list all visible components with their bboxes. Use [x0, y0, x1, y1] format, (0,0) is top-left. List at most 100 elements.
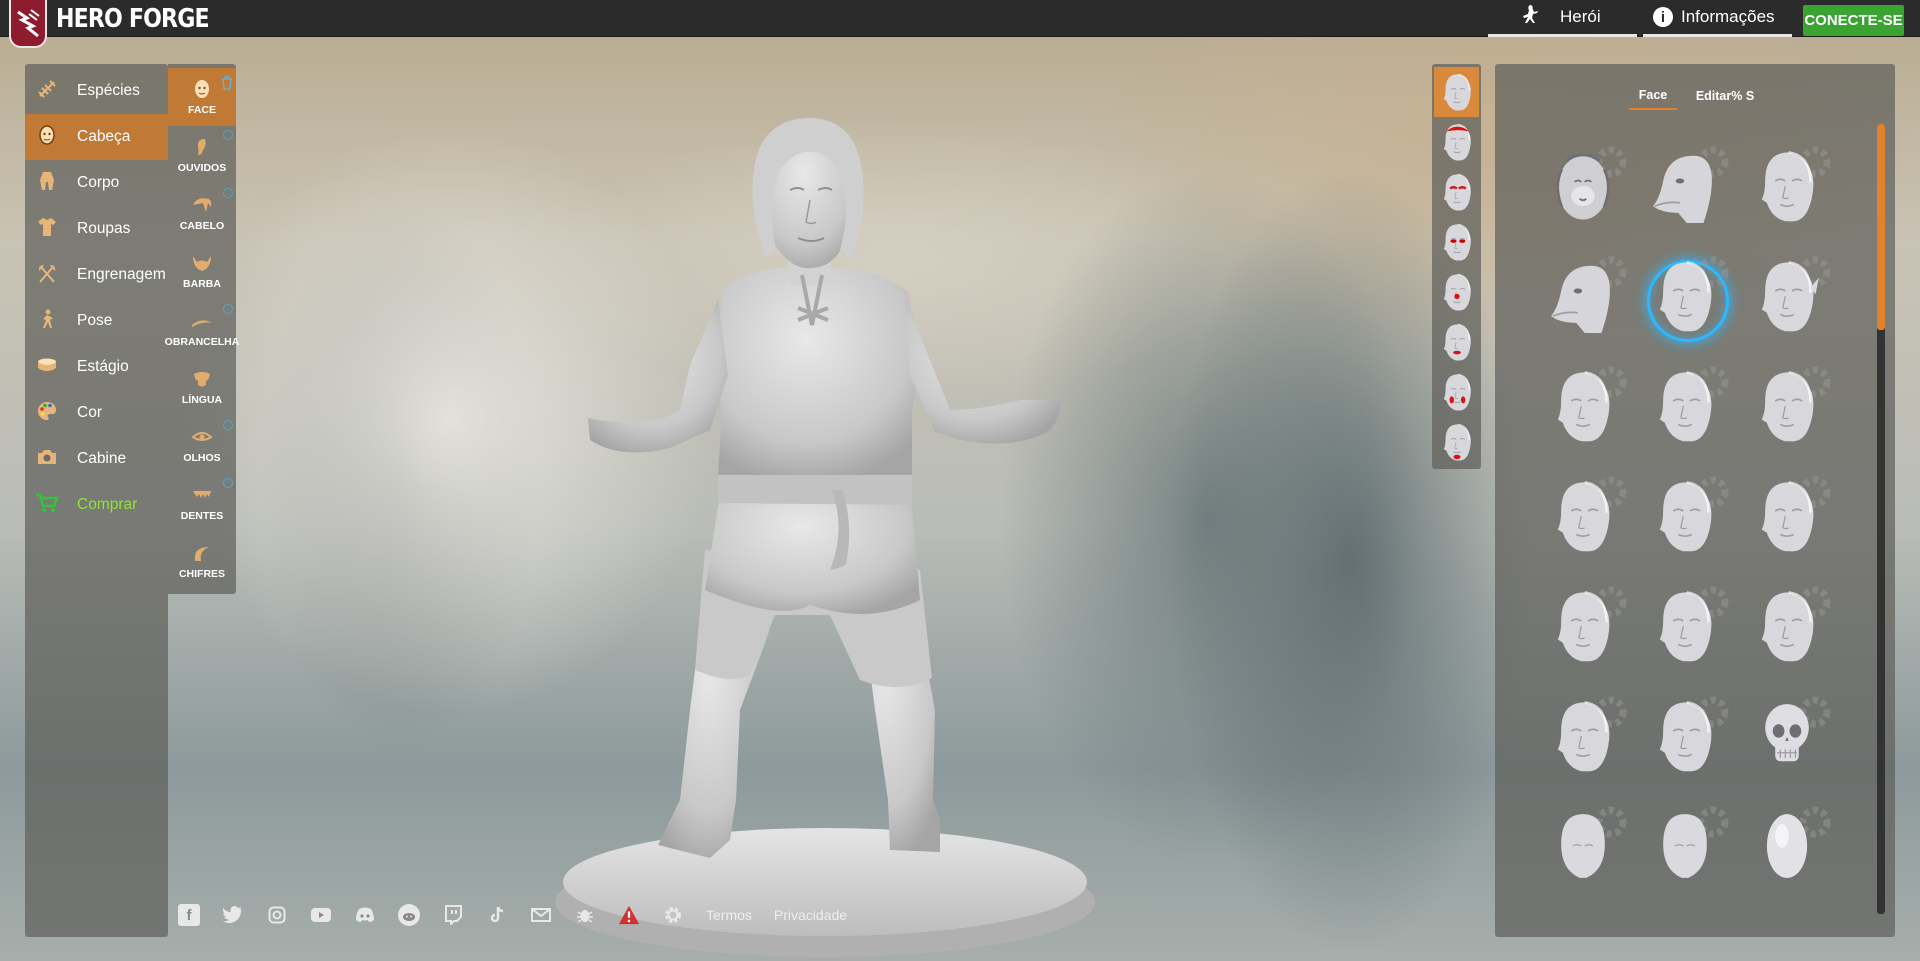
- face-option-lizard-head[interactable]: [1535, 248, 1631, 348]
- brand-logo-text[interactable]: HERO FORGE: [56, 4, 210, 34]
- base-icon: [33, 354, 61, 381]
- sub-eyes[interactable]: OLHOS: [168, 416, 236, 474]
- face-option-human-head[interactable]: [1637, 688, 1733, 788]
- face-icon: [193, 79, 211, 99]
- face-option-human-head[interactable]: [1535, 358, 1631, 458]
- axes-icon: [33, 262, 61, 289]
- category-label: Corpo: [77, 174, 120, 191]
- face-option-human-head[interactable]: [1637, 468, 1733, 568]
- tab-edit[interactable]: Editar% S: [1691, 82, 1759, 110]
- twitch-icon[interactable]: [442, 904, 464, 926]
- face-option-alien-head[interactable]: [1739, 138, 1835, 238]
- sub-tongue[interactable]: LÍNGUA: [168, 358, 236, 416]
- indicator-dot: [223, 188, 233, 198]
- brand-logo-icon[interactable]: [9, 0, 47, 48]
- cart-icon: [33, 492, 61, 519]
- category-photo-booth[interactable]: Cabine: [25, 436, 168, 482]
- sub-eyebrows[interactable]: OBRANCELHA: [165, 300, 239, 358]
- sub-face[interactable]: FACE: [168, 68, 236, 126]
- face-option-human-head[interactable]: [1535, 688, 1631, 788]
- preset-plain[interactable]: [1434, 67, 1479, 117]
- face-option-skull-head[interactable]: [1739, 688, 1835, 788]
- sub-horns[interactable]: CHIFRES: [168, 532, 236, 590]
- sub-label: LÍNGUA: [181, 393, 223, 406]
- face-option-lion-head[interactable]: [1535, 138, 1631, 238]
- face-option-human-head[interactable]: [1739, 358, 1835, 458]
- category-pose[interactable]: Pose: [25, 298, 168, 344]
- instagram-icon[interactable]: [266, 904, 288, 926]
- category-label: Espécies: [77, 82, 140, 99]
- facebook-icon[interactable]: f: [178, 904, 200, 926]
- preset-red-nose[interactable]: [1434, 267, 1479, 317]
- head-icon: [33, 124, 61, 151]
- category-color[interactable]: Cor: [25, 390, 168, 436]
- category-species[interactable]: Espécies: [25, 68, 168, 114]
- sub-teeth[interactable]: DENTES: [168, 474, 236, 532]
- human-head-icon: [1643, 254, 1727, 343]
- preset-red-brows[interactable]: [1434, 167, 1479, 217]
- preset-red-cheeks[interactable]: [1434, 367, 1479, 417]
- face-option-human-head[interactable]: [1535, 578, 1631, 678]
- scrollbar-thumb[interactable]: [1877, 124, 1885, 330]
- trash-icon[interactable]: [221, 76, 233, 90]
- eyebrow-icon: [191, 311, 213, 331]
- sub-label: CHIFRES: [178, 567, 226, 580]
- human-head-icon: [1643, 364, 1727, 453]
- privacy-link[interactable]: Privacidade: [774, 907, 847, 923]
- face-option-human-head[interactable]: [1637, 578, 1733, 678]
- tab-face[interactable]: Face: [1629, 82, 1677, 110]
- tab-info[interactable]: i Informações: [1643, 0, 1792, 37]
- preset-red-lips[interactable]: [1434, 317, 1479, 367]
- hero-miniature[interactable]: [540, 110, 1120, 961]
- terms-link[interactable]: Termos: [706, 907, 752, 923]
- category-label: Cor: [77, 404, 102, 421]
- category-stage[interactable]: Estágio: [25, 344, 168, 390]
- reddit-icon[interactable]: [398, 904, 420, 926]
- preset-red-cap[interactable]: [1434, 117, 1479, 167]
- warning-icon[interactable]: [618, 904, 640, 926]
- shirt-icon: [33, 216, 61, 243]
- preset-red-chin[interactable]: [1434, 417, 1479, 467]
- mail-icon[interactable]: [530, 904, 552, 926]
- category-menu: Espécies Cabeça Corpo Roupas Engrenagem …: [25, 64, 168, 937]
- category-gear[interactable]: Engrenagem: [25, 252, 168, 298]
- face-option-egg-head[interactable]: [1739, 798, 1835, 898]
- pose-icon: [33, 308, 61, 335]
- human-head-icon: [1643, 694, 1727, 783]
- face-option-human-head[interactable]: [1535, 468, 1631, 568]
- human-head-icon: [1541, 584, 1625, 673]
- tab-hero[interactable]: Herói: [1488, 0, 1637, 37]
- discord-icon[interactable]: [354, 904, 376, 926]
- human-head-icon: [1745, 584, 1829, 673]
- top-bar: HERO FORGE Herói i Informações CONECTE-S…: [0, 0, 1920, 37]
- category-label: Estágio: [77, 358, 129, 375]
- face-option-beast-head[interactable]: [1637, 138, 1733, 238]
- category-buy[interactable]: Comprar: [25, 482, 168, 528]
- category-clothes[interactable]: Roupas: [25, 206, 168, 252]
- twitter-icon[interactable]: [222, 904, 244, 926]
- indicator-dot: [223, 478, 233, 488]
- face-option-human-head[interactable]: [1739, 578, 1835, 678]
- face-option-elf-head[interactable]: [1739, 248, 1835, 348]
- settings-icon[interactable]: [662, 904, 684, 926]
- bug-icon[interactable]: [574, 904, 596, 926]
- lizard-head-icon: [1541, 254, 1625, 343]
- face-option-human-head[interactable]: [1637, 358, 1733, 458]
- face-option-blank-head[interactable]: [1535, 798, 1631, 898]
- face-option-blank-head[interactable]: [1637, 798, 1733, 898]
- sub-beard[interactable]: BARBA: [168, 242, 236, 300]
- human-head-icon: [1745, 474, 1829, 563]
- youtube-icon[interactable]: [310, 904, 332, 926]
- face-option-human-head[interactable]: [1739, 468, 1835, 568]
- preset-strip: [1432, 64, 1481, 469]
- category-head[interactable]: Cabeça: [25, 114, 168, 160]
- tiktok-icon[interactable]: [486, 904, 508, 926]
- face-option-human-head[interactable]: [1637, 248, 1733, 348]
- sub-hair[interactable]: CABELO: [168, 184, 236, 242]
- preset-red-eyes[interactable]: [1434, 217, 1479, 267]
- sub-label: OLHOS: [183, 451, 221, 464]
- connect-button[interactable]: CONECTE-SE: [1803, 5, 1904, 36]
- sub-ears[interactable]: OUVIDOS: [168, 126, 236, 184]
- category-body[interactable]: Corpo: [25, 160, 168, 206]
- tab-hero-label: Herói: [1560, 7, 1601, 26]
